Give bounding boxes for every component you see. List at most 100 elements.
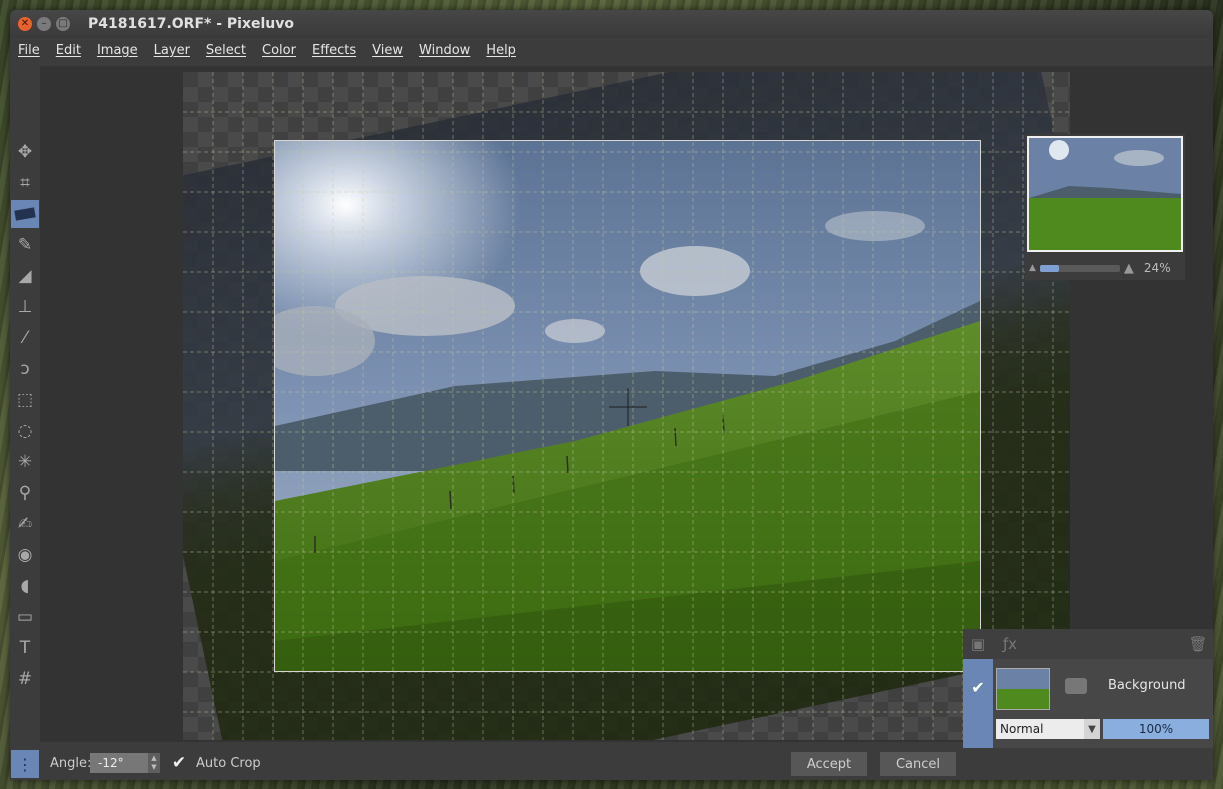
magic-wand-icon: ✳ xyxy=(17,452,33,472)
app-window: ✕ – □ P4181617.ORF* - Pixeluvo File Edit… xyxy=(10,10,1213,780)
maximize-window-button[interactable]: □ xyxy=(56,17,70,31)
spin-down-icon: ▼ xyxy=(151,763,157,771)
opacity-value: 100% xyxy=(1138,722,1174,736)
minimize-icon: – xyxy=(41,18,47,29)
magic-wand-tool[interactable]: ✳ xyxy=(11,448,39,476)
navigator-thumbnail[interactable] xyxy=(1027,136,1183,252)
smudge-tool[interactable]: ✍ xyxy=(11,510,39,538)
layer-mask-icon[interactable] xyxy=(1065,678,1087,694)
dodge-tool[interactable]: ⚲ xyxy=(11,479,39,507)
gradient-icon: ▭ xyxy=(16,607,34,627)
text-tool[interactable]: T xyxy=(11,634,39,662)
menu-view[interactable]: View xyxy=(364,43,411,58)
layers-toolbar: ▣ ƒx 🗑 xyxy=(963,629,1213,659)
eraser-icon: ◢ xyxy=(18,266,32,286)
angle-label: Angle: xyxy=(50,756,92,771)
dodge-icon: ⚲ xyxy=(18,483,32,503)
accept-button[interactable]: Accept xyxy=(791,752,867,776)
healing-tool[interactable]: ⁄ xyxy=(11,324,39,352)
menu-layer[interactable]: Layer xyxy=(146,43,198,58)
blend-mode-value: Normal xyxy=(1000,722,1044,736)
chevron-down-icon: ▼ xyxy=(1084,719,1100,739)
menu-window[interactable]: Window xyxy=(411,43,478,58)
title-bar: ✕ – □ P4181617.ORF* - Pixeluvo xyxy=(10,10,1213,38)
straighten-icon xyxy=(14,207,36,221)
ellipse-select-tool[interactable]: ◌ xyxy=(11,417,39,445)
layer-row-background[interactable]: Background xyxy=(993,663,1213,710)
checkmark-icon: ✔ xyxy=(971,677,985,697)
angle-value: -12° xyxy=(98,756,124,770)
cancel-label: Cancel xyxy=(895,756,941,772)
brush-icon: ✎ xyxy=(17,235,33,255)
red-eye-icon: ◉ xyxy=(17,545,33,565)
menu-help[interactable]: Help xyxy=(478,43,524,58)
navigator-panel: ▲ ▲ 24% xyxy=(1025,134,1185,280)
maximize-icon: □ xyxy=(58,18,68,29)
menu-bar: File Edit Image Layer Select Color Effec… xyxy=(10,38,1213,62)
blend-mode-select[interactable]: Normal ▼ xyxy=(996,719,1100,739)
straighten-tool[interactable] xyxy=(11,200,39,228)
layer-thumbnail xyxy=(996,668,1050,710)
healing-icon: ⁄ xyxy=(23,328,27,348)
layer-effects-button[interactable]: ƒx xyxy=(997,632,1023,656)
menu-select[interactable]: Select xyxy=(198,43,254,58)
tool-options-handle[interactable]: ⋮ xyxy=(11,750,39,778)
eraser-tool[interactable]: ◢ xyxy=(11,262,39,290)
rect-select-tool[interactable]: ⬚ xyxy=(11,386,39,414)
angle-input[interactable]: -12° xyxy=(90,753,148,773)
gradient-tool[interactable]: ▭ xyxy=(11,603,39,631)
layer-name: Background xyxy=(1108,678,1186,693)
fx-icon: ƒx xyxy=(1002,635,1018,653)
minimize-window-button[interactable]: – xyxy=(37,17,51,31)
zoom-slider-fill xyxy=(1039,264,1060,272)
zoom-out-icon[interactable]: ▲ xyxy=(1029,263,1036,273)
menu-effects[interactable]: Effects xyxy=(304,43,364,58)
cancel-button[interactable]: Cancel xyxy=(880,752,956,776)
lasso-icon: ↄ xyxy=(20,359,30,379)
rect-select-icon: ⬚ xyxy=(16,390,34,410)
close-icon: ✕ xyxy=(20,18,30,29)
brush-tool[interactable]: ✎ xyxy=(11,231,39,259)
zoom-slider[interactable] xyxy=(1039,264,1120,272)
tool-options-bar: ⋮ Angle: -12° ▲ ▼ ✔ Auto Crop Accept Can… xyxy=(10,748,1213,780)
angle-spinner[interactable]: ▲ ▼ xyxy=(148,753,160,773)
menu-image[interactable]: Image xyxy=(89,43,146,58)
clone-stamp-tool[interactable]: ⊥ xyxy=(11,293,39,321)
spin-up-icon: ▲ xyxy=(151,754,157,762)
menu-edit[interactable]: Edit xyxy=(48,43,89,58)
red-eye-tool[interactable]: ◉ xyxy=(11,541,39,569)
move-icon: ✥ xyxy=(17,142,33,162)
auto-crop-checkbox[interactable]: ✔ xyxy=(170,753,188,773)
image-canvas[interactable] xyxy=(183,72,1070,740)
new-layer-icon: ▣ xyxy=(970,635,986,653)
paint-bucket-tool[interactable]: ◖ xyxy=(11,572,39,600)
delete-layer-button[interactable]: 🗑 xyxy=(1185,632,1211,656)
menu-color[interactable]: Color xyxy=(254,43,304,58)
move-tool[interactable]: ✥ xyxy=(11,138,39,166)
ellipse-select-icon: ◌ xyxy=(17,421,33,441)
clone-stamp-icon: ⊥ xyxy=(17,297,33,317)
zoom-level: 24% xyxy=(1143,261,1171,275)
smudge-icon: ✍ xyxy=(17,514,33,534)
layer-visibility-checkbox[interactable]: ✔ xyxy=(969,677,987,697)
menu-file[interactable]: File xyxy=(10,43,48,58)
navigator-preview xyxy=(1029,138,1181,250)
layer-opacity-field[interactable]: 100% xyxy=(1103,719,1209,739)
auto-crop-label: Auto Crop xyxy=(196,756,261,771)
paint-bucket-icon: ◖ xyxy=(20,576,30,596)
grip-icon: ⋮ xyxy=(17,754,33,774)
perspective-tool[interactable]: # xyxy=(11,665,39,693)
window-title: P4181617.ORF* - Pixeluvo xyxy=(88,16,294,32)
grid-overlay xyxy=(183,72,1070,740)
lasso-tool[interactable]: ↄ xyxy=(11,355,39,383)
new-layer-button[interactable]: ▣ xyxy=(965,632,991,656)
close-window-button[interactable]: ✕ xyxy=(18,17,32,31)
zoom-in-icon[interactable]: ▲ xyxy=(1124,261,1134,276)
zoom-row: ▲ ▲ 24% xyxy=(1029,260,1181,276)
accept-label: Accept xyxy=(806,756,852,772)
toolbox: ✥ ⌗ ✎ ◢ ⊥ ⁄ ↄ ⬚ ◌ ✳ ⚲ ✍ ◉ ◖ ▭ T # xyxy=(10,66,40,742)
crop-tool[interactable]: ⌗ xyxy=(11,169,39,197)
text-icon: T xyxy=(19,638,31,658)
trash-icon: 🗑 xyxy=(1188,635,1208,653)
checkmark-icon: ✔ xyxy=(171,753,187,773)
